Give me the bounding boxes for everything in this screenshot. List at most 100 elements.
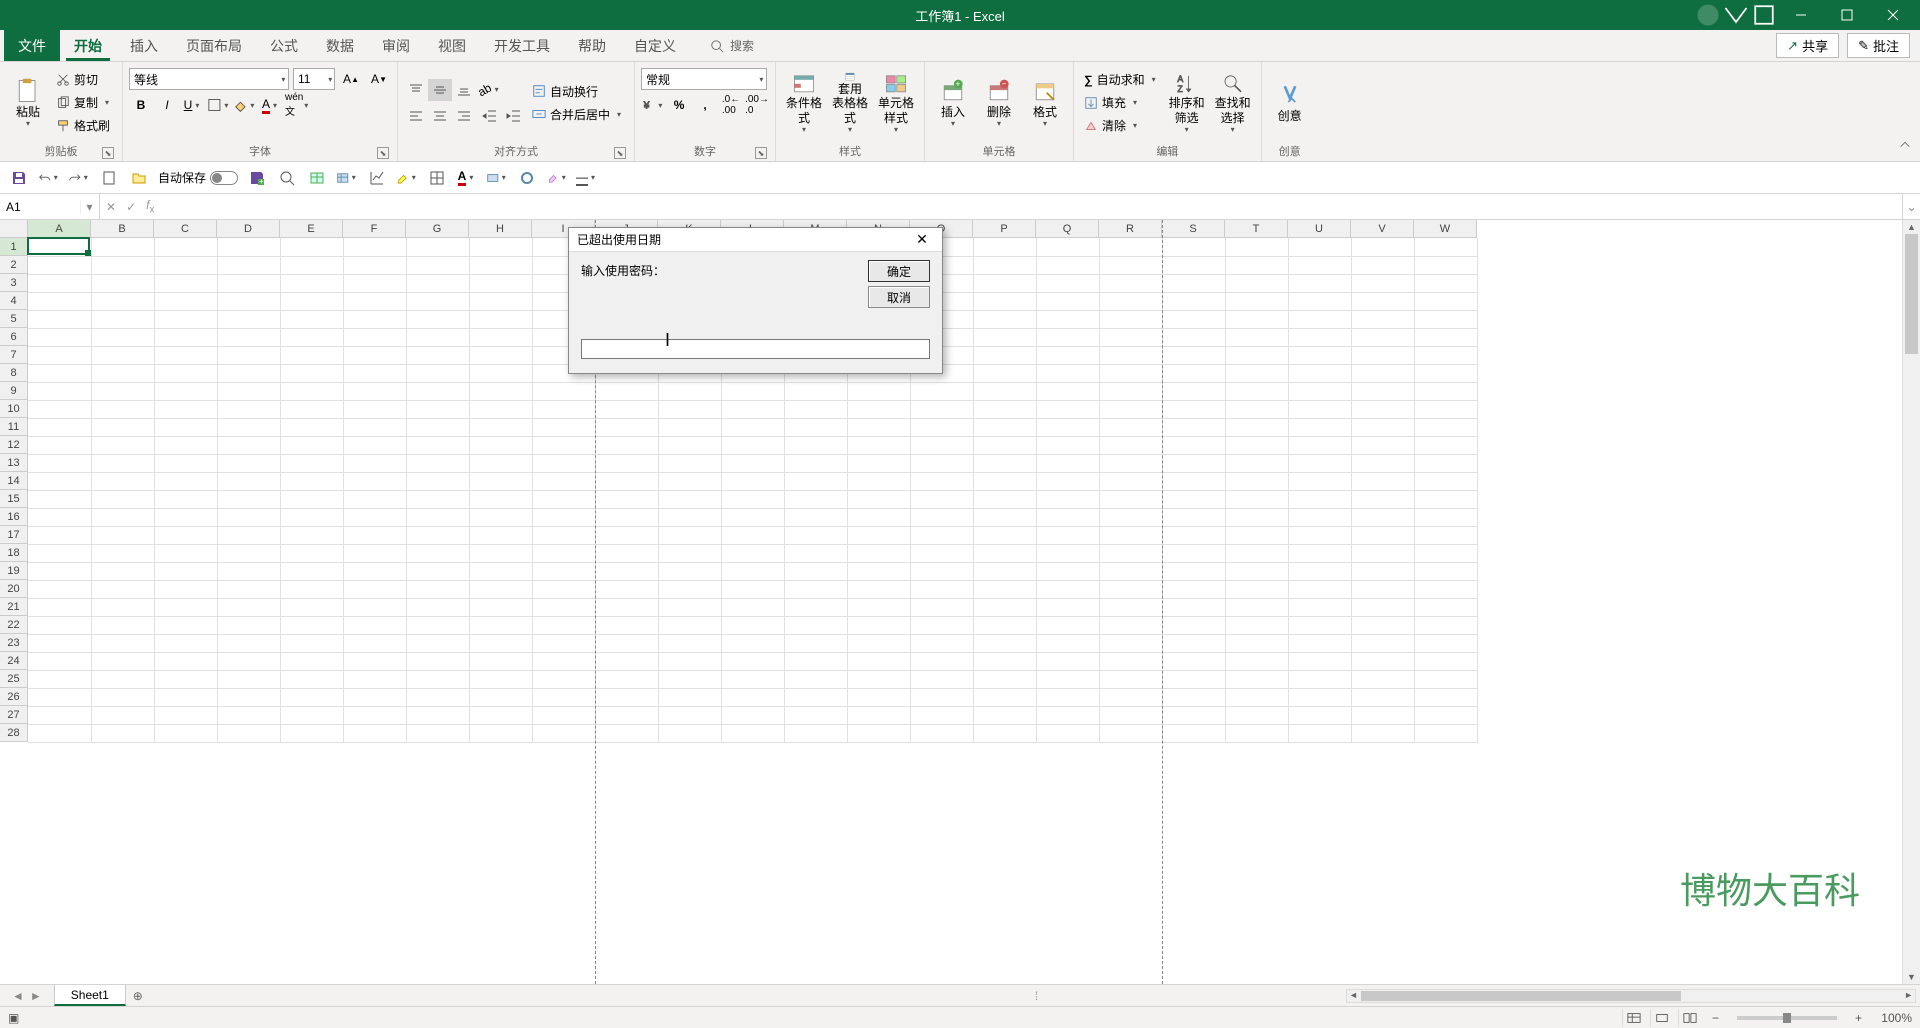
cell[interactable] [469,706,532,724]
cell[interactable] [1414,346,1477,364]
cell[interactable] [847,418,910,436]
cell[interactable] [1099,364,1162,382]
cell[interactable] [532,562,595,580]
close-button[interactable] [1870,0,1916,30]
cell[interactable] [1414,328,1477,346]
account-icon[interactable] [1694,0,1722,30]
cell[interactable] [1351,688,1414,706]
cell[interactable] [406,508,469,526]
cell[interactable] [280,634,343,652]
cell[interactable] [91,724,154,742]
cell[interactable] [784,544,847,562]
cell[interactable] [1225,526,1288,544]
cell[interactable] [406,364,469,382]
vertical-scrollbar[interactable]: ▲ ▼ [1902,220,1920,984]
cell[interactable] [406,256,469,274]
cell[interactable] [1162,328,1225,346]
cell[interactable] [28,652,91,670]
cell[interactable] [1099,310,1162,328]
cell[interactable] [280,688,343,706]
cell[interactable] [658,652,721,670]
cell[interactable] [154,436,217,454]
qat-new-button[interactable] [98,167,120,189]
cell[interactable] [1225,310,1288,328]
cell[interactable] [784,706,847,724]
cell[interactable] [1351,418,1414,436]
grow-font-button[interactable]: A▲ [339,68,363,90]
qat-open-button[interactable] [128,167,150,189]
cell[interactable] [343,454,406,472]
cell[interactable] [28,328,91,346]
cell[interactable] [1288,400,1351,418]
cell[interactable] [532,706,595,724]
cell[interactable] [406,526,469,544]
cell[interactable] [217,256,280,274]
cell[interactable] [154,328,217,346]
cell[interactable] [406,670,469,688]
cell[interactable] [784,688,847,706]
cell[interactable] [91,616,154,634]
cell[interactable] [910,580,973,598]
cell[interactable] [343,436,406,454]
cell[interactable] [973,328,1036,346]
cell[interactable] [343,724,406,742]
tab-review[interactable]: 审阅 [368,30,424,61]
cell[interactable] [91,274,154,292]
column-header[interactable]: U [1288,220,1351,238]
cell[interactable] [91,598,154,616]
cell[interactable] [784,580,847,598]
cell[interactable] [343,418,406,436]
cell[interactable] [1099,472,1162,490]
cell[interactable] [847,598,910,616]
cell[interactable] [1414,598,1477,616]
cell[interactable] [1036,346,1099,364]
cell[interactable] [784,562,847,580]
column-header[interactable]: C [154,220,217,238]
cell[interactable] [1288,292,1351,310]
cell[interactable] [1099,688,1162,706]
qat-highlight-button[interactable] [396,167,418,189]
cell[interactable] [343,652,406,670]
cell[interactable] [973,310,1036,328]
cell[interactable] [280,616,343,634]
row-header[interactable]: 14 [0,472,28,490]
dialog-password-input[interactable] [581,339,930,359]
cell[interactable] [721,580,784,598]
cell[interactable] [280,724,343,742]
cell[interactable] [1036,652,1099,670]
cell[interactable] [343,346,406,364]
row-header[interactable]: 9 [0,382,28,400]
cell[interactable] [91,526,154,544]
phonetic-button[interactable]: wén文 [285,94,309,116]
cell[interactable] [847,400,910,418]
cell[interactable] [217,634,280,652]
cell[interactable] [343,688,406,706]
cell[interactable] [91,238,154,256]
cell[interactable] [217,400,280,418]
cell[interactable] [1036,490,1099,508]
tab-help[interactable]: 帮助 [564,30,620,61]
cell[interactable] [154,238,217,256]
cell[interactable] [280,346,343,364]
cell[interactable] [595,670,658,688]
view-normal-button[interactable] [1622,1009,1646,1027]
cell[interactable] [532,688,595,706]
cell[interactable] [1225,400,1288,418]
cell[interactable] [595,472,658,490]
cell[interactable] [1099,238,1162,256]
cell[interactable] [910,670,973,688]
cell[interactable] [1162,310,1225,328]
cell[interactable] [658,436,721,454]
cell[interactable] [1351,400,1414,418]
cell[interactable] [1414,706,1477,724]
cell[interactable] [1225,544,1288,562]
cell[interactable] [658,400,721,418]
cell[interactable] [28,706,91,724]
cell[interactable] [595,652,658,670]
cell[interactable] [1162,418,1225,436]
dialog-titlebar[interactable]: 已超出使用日期 ✕ [569,228,942,252]
cell[interactable] [469,598,532,616]
cell[interactable] [1036,238,1099,256]
collapse-ribbon-button[interactable] [1898,138,1912,155]
cell[interactable] [28,526,91,544]
